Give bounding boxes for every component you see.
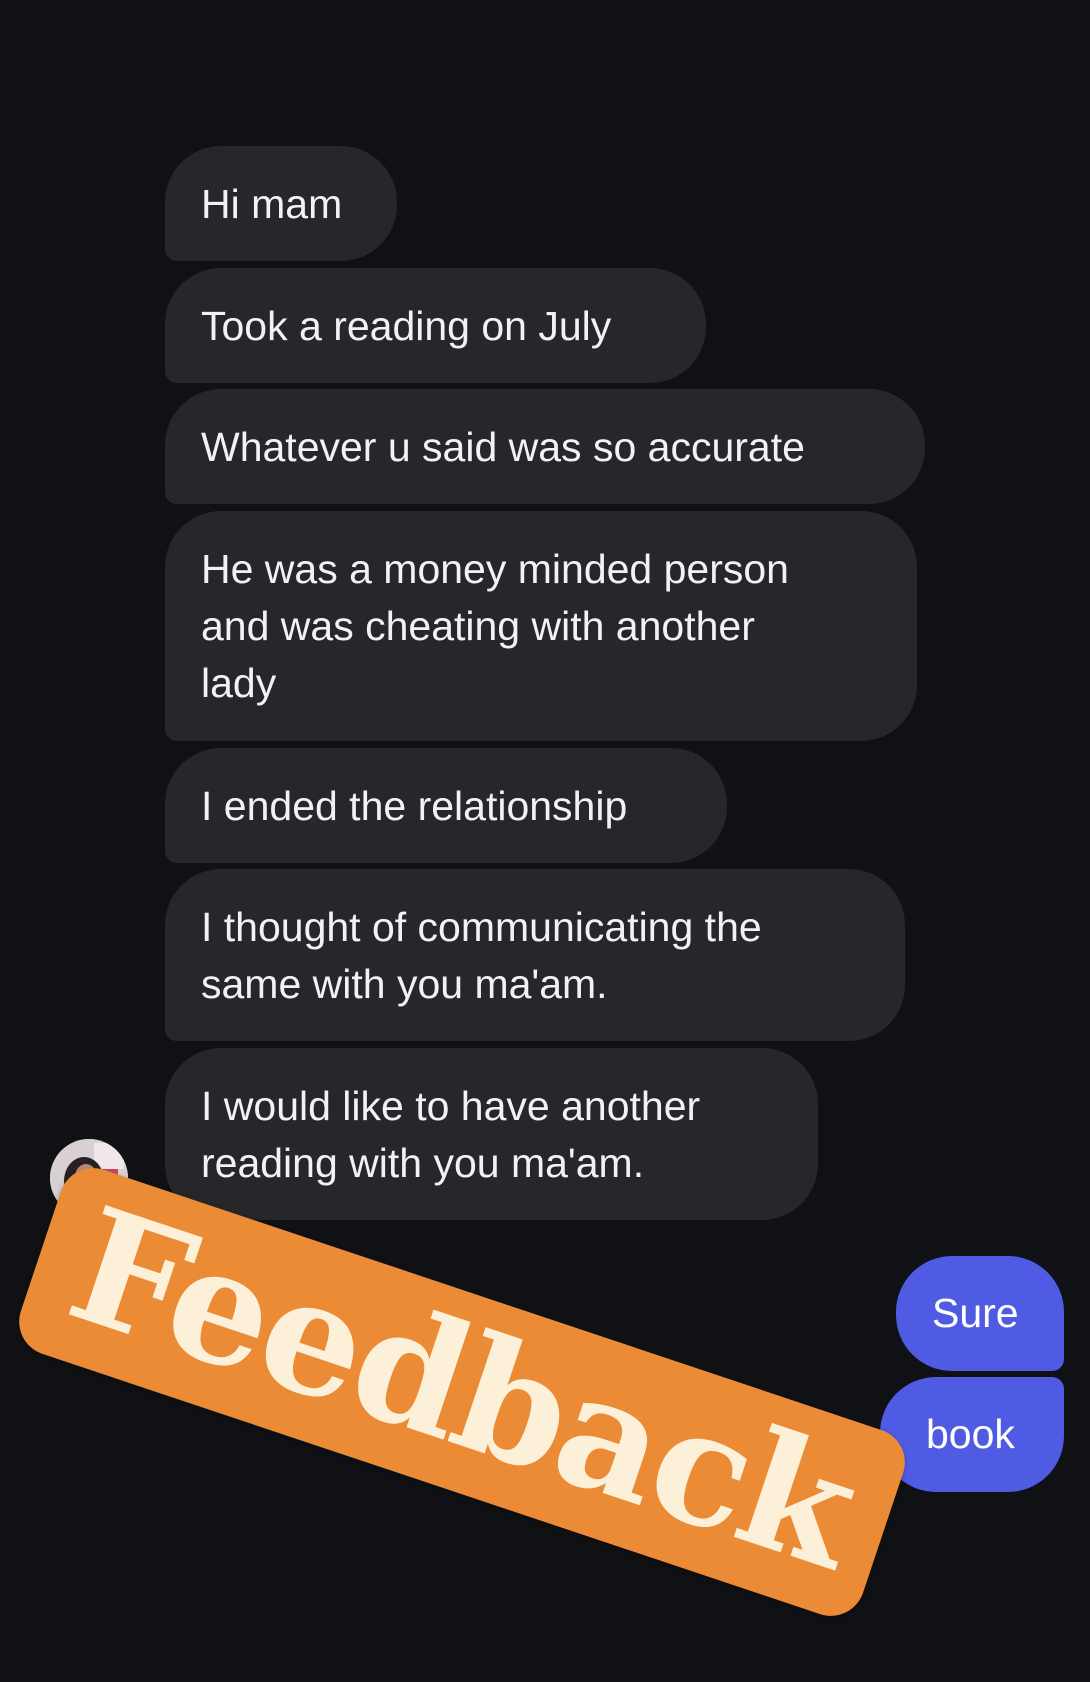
feedback-sticker: Feedback [10, 1159, 914, 1625]
incoming-message-bubble[interactable]: He was a money minded person and was che… [165, 511, 917, 741]
outgoing-message-bubble[interactable]: book [880, 1377, 1064, 1492]
incoming-message-bubble[interactable]: Hi mam [165, 146, 397, 261]
incoming-message-bubble[interactable]: I ended the relationship [165, 748, 727, 863]
incoming-message-bubble[interactable]: I thought of communicating the same with… [165, 869, 905, 1041]
incoming-message-bubble[interactable]: Took a reading on July [165, 268, 706, 383]
incoming-message-bubble[interactable]: Whatever u said was so accurate [165, 389, 925, 504]
incoming-message-bubble[interactable]: I would like to have another reading wit… [165, 1048, 818, 1220]
outgoing-message-bubble[interactable]: Sure [896, 1256, 1064, 1371]
sticker-label: Feedback [49, 1172, 877, 1605]
chat-screen: Hi mam Took a reading on July Whatever u… [0, 0, 1090, 1682]
